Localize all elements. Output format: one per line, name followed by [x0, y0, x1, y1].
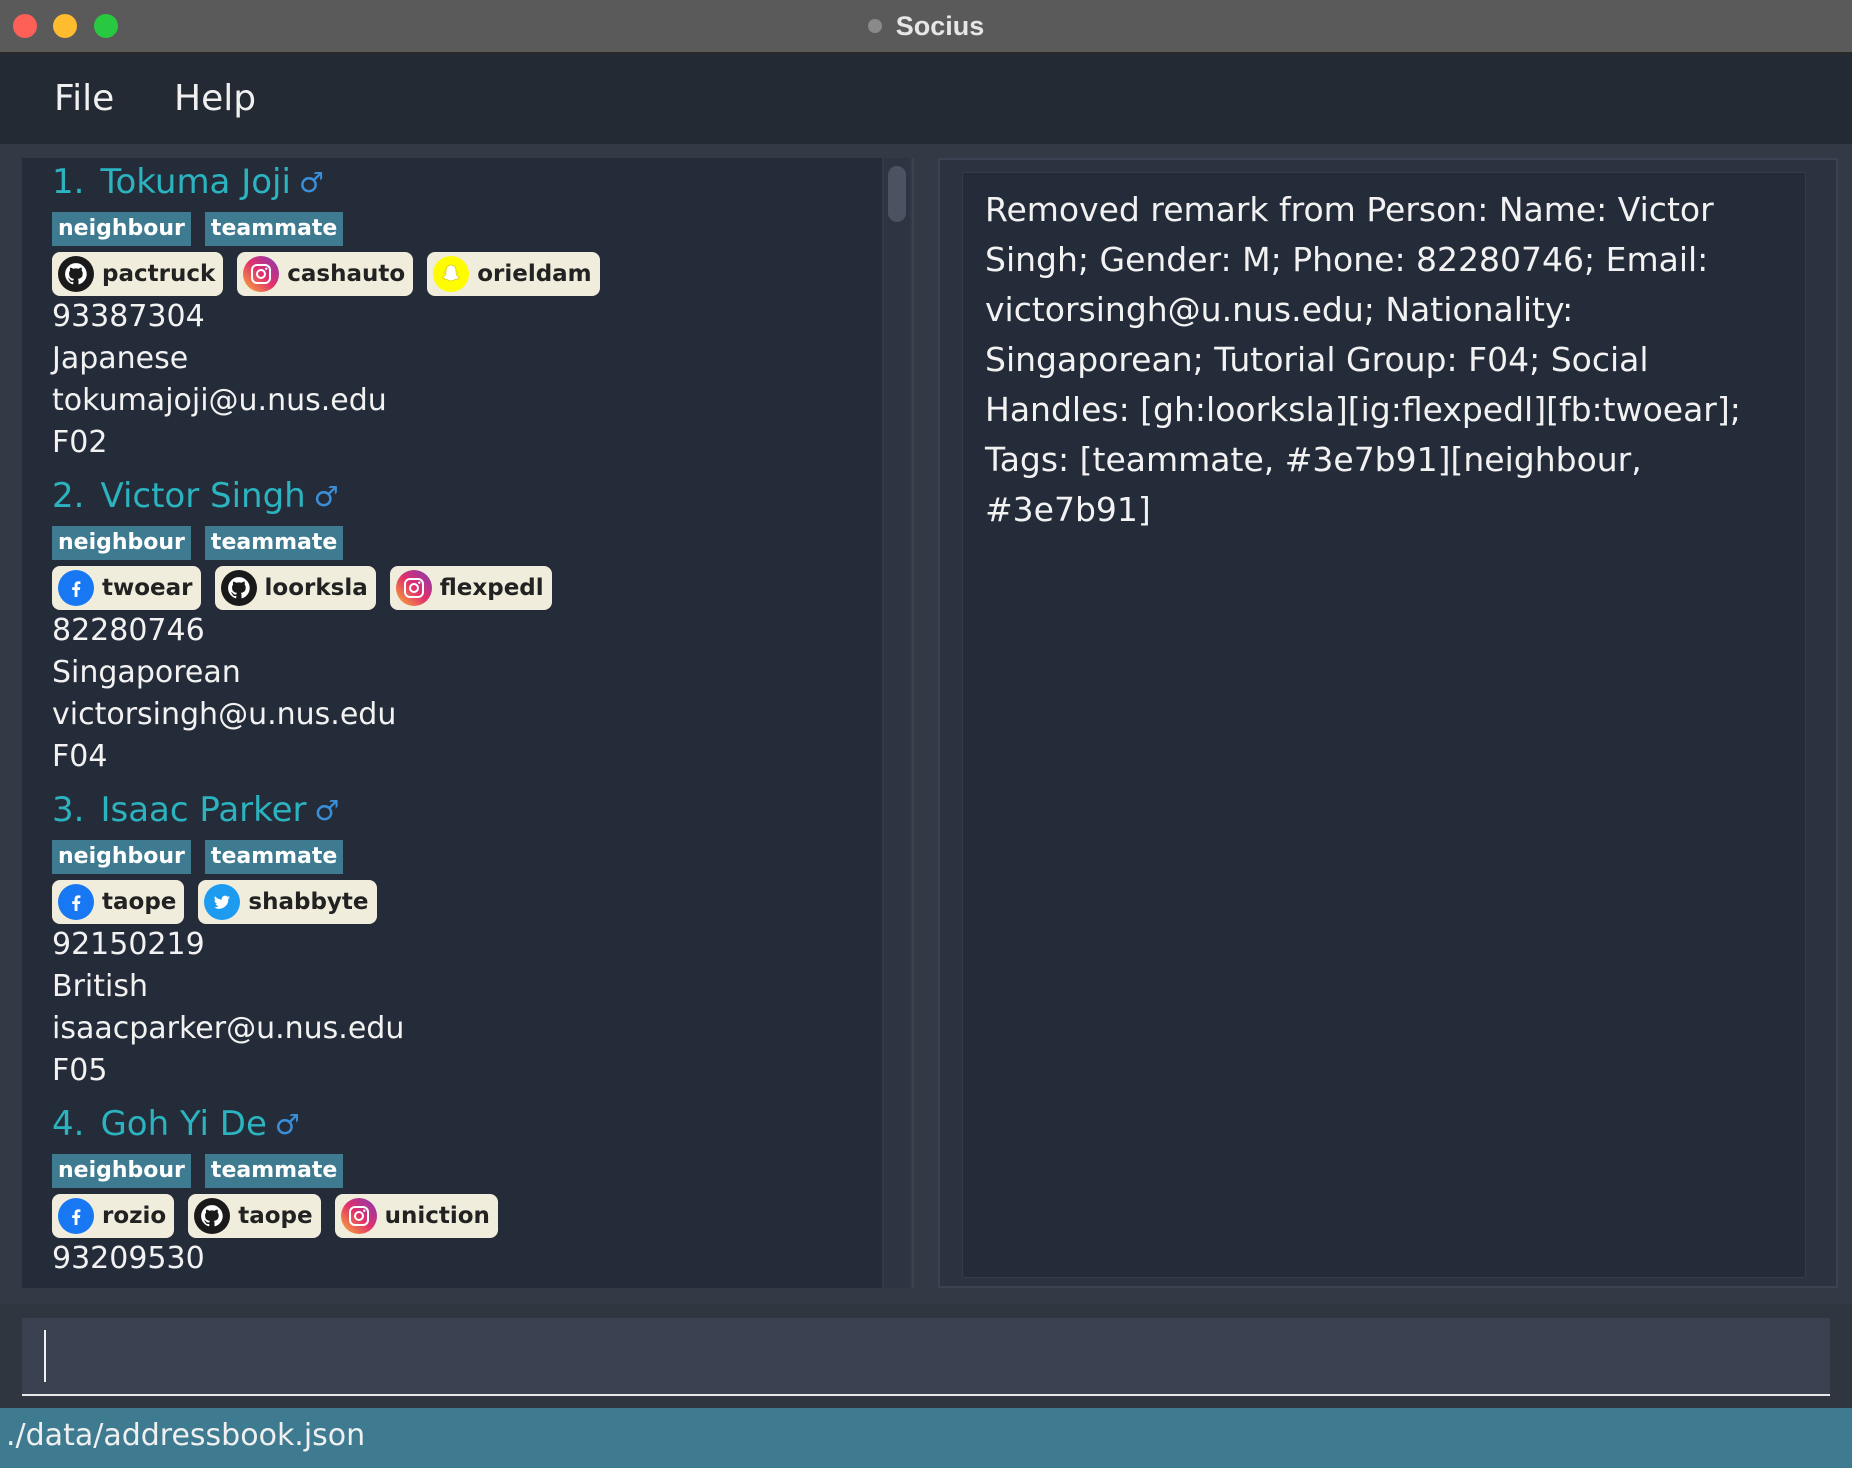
person-card[interactable]: 1. Tokuma Joji ♂ neighbour teammate pact… [52, 158, 872, 464]
social-handle: flexpedl [439, 575, 544, 601]
menu-file[interactable]: File [54, 78, 114, 119]
person-name: Tokuma Joji [100, 162, 291, 202]
social-instagram[interactable]: flexpedl [389, 566, 552, 610]
person-card[interactable]: 3. Isaac Parker ♂ neighbour teammate tao… [52, 786, 872, 1092]
tag-neighbour: neighbour [52, 212, 191, 246]
app-icon [867, 19, 882, 33]
person-tutorial-group: F05 [52, 1053, 108, 1088]
title-bar: Socius [0, 0, 1852, 54]
person-tutorial-group: F04 [52, 739, 108, 774]
tag-teammate: teammate [204, 840, 344, 874]
person-index: 3. [52, 790, 85, 830]
facebook-icon [58, 570, 94, 606]
social-handle: loorksla [264, 575, 368, 601]
instagram-icon [395, 570, 432, 606]
status-file-path: ./data/addressbook.json [6, 1418, 366, 1453]
social-handle: uniction [384, 1203, 490, 1229]
person-index: 2. [52, 476, 85, 516]
social-twitter[interactable]: shabbyte [198, 880, 377, 924]
person-tutorial-group: F02 [52, 425, 108, 460]
menu-bar: File Help [0, 54, 1852, 144]
instagram-icon [243, 256, 280, 292]
social-handle: orieldam [477, 261, 592, 287]
male-icon: ♂ [274, 1107, 300, 1141]
social-instagram[interactable]: uniction [334, 1194, 498, 1238]
menu-help[interactable]: Help [174, 78, 256, 119]
facebook-icon [58, 884, 94, 920]
person-nationality: Japanese [52, 341, 189, 376]
tag-neighbour: neighbour [52, 526, 191, 560]
person-phone: 82280746 [52, 613, 205, 648]
command-box[interactable] [22, 1318, 1830, 1396]
social-github[interactable]: taope [188, 1194, 321, 1238]
person-name: Goh Yi De [100, 1104, 267, 1144]
person-email: victorsingh@u.nus.edu [52, 697, 397, 732]
male-icon: ♂ [313, 479, 339, 513]
main-area: 1. Tokuma Joji ♂ neighbour teammate pact… [0, 144, 1852, 1304]
social-handle: cashauto [287, 261, 406, 287]
person-list[interactable]: 1. Tokuma Joji ♂ neighbour teammate pact… [22, 158, 882, 1288]
window-title: Socius [895, 10, 985, 41]
person-card[interactable]: 2. Victor Singh ♂ neighbour teammate two… [52, 472, 872, 778]
person-phone: 93209530 [52, 1241, 205, 1276]
person-name: Isaac Parker [100, 790, 307, 830]
social-github[interactable]: pactruck [52, 252, 224, 296]
result-display[interactable]: Removed remark from Person: Name: Victor… [962, 172, 1806, 1278]
person-index: 4. [52, 1104, 85, 1144]
social-handle: taope [102, 889, 177, 915]
snapchat-icon [433, 256, 470, 292]
command-input[interactable] [52, 1326, 1812, 1386]
text-caret [44, 1330, 46, 1382]
social-handle: twoear [102, 575, 193, 601]
split-divider[interactable] [912, 158, 914, 1288]
social-handle: shabbyte [248, 889, 369, 915]
person-phone: 93387304 [52, 299, 205, 334]
twitter-icon [204, 884, 241, 920]
person-index: 1. [52, 162, 85, 202]
social-instagram[interactable]: cashauto [237, 252, 414, 296]
tag-teammate: teammate [204, 212, 344, 246]
person-nationality: Singaporean [52, 655, 241, 690]
person-nationality: British [52, 969, 148, 1004]
tag-neighbour: neighbour [52, 1154, 191, 1188]
list-scrollbar[interactable] [884, 158, 910, 1288]
person-email: isaacparker@u.nus.edu [52, 1011, 405, 1046]
result-message: Removed remark from Person: Name: Victor… [985, 190, 1741, 529]
person-phone: 92150219 [52, 927, 205, 962]
tag-teammate: teammate [204, 526, 344, 560]
male-icon: ♂ [314, 793, 340, 827]
status-bar: ./data/addressbook.json [0, 1408, 1852, 1468]
facebook-icon [58, 1198, 94, 1234]
tag-teammate: teammate [204, 1154, 344, 1188]
social-handle: taope [238, 1203, 313, 1229]
list-scrollbar-thumb[interactable] [888, 166, 906, 222]
social-handle: rozio [102, 1203, 167, 1229]
github-icon [194, 1198, 231, 1234]
tag-neighbour: neighbour [52, 840, 191, 874]
social-facebook[interactable]: rozio [52, 1194, 175, 1238]
person-name: Victor Singh [100, 476, 306, 516]
person-card[interactable]: 4. Goh Yi De ♂ neighbour teammate rozio [52, 1100, 872, 1280]
social-facebook[interactable]: taope [52, 880, 185, 924]
social-handle: pactruck [102, 261, 216, 287]
person-email: tokumajoji@u.nus.edu [52, 383, 387, 418]
social-facebook[interactable]: twoear [52, 566, 201, 610]
github-icon [58, 256, 94, 292]
male-icon: ♂ [298, 165, 325, 199]
social-snapchat[interactable]: orieldam [427, 252, 600, 296]
instagram-icon [340, 1198, 377, 1234]
social-github[interactable]: loorksla [214, 566, 376, 610]
github-icon [220, 570, 257, 606]
